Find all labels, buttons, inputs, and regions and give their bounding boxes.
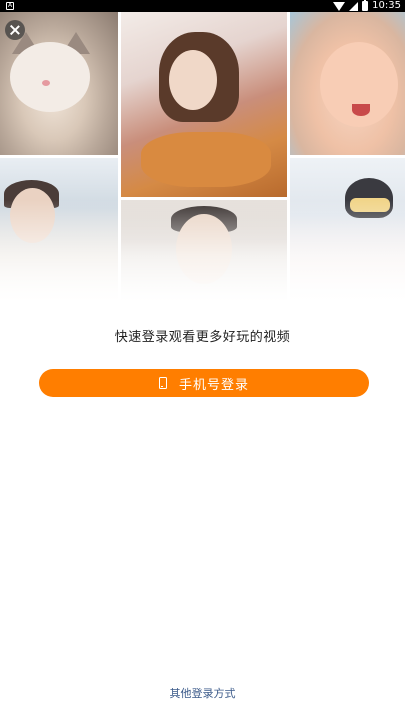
other-login-link[interactable]: 其他登录方式	[0, 685, 405, 701]
woman-photo	[121, 12, 287, 197]
baby-photo	[290, 12, 405, 155]
status-bar-left: A	[6, 0, 14, 12]
status-bar: A 10:35	[0, 0, 405, 12]
phone-login-label: 手机号登录	[178, 377, 249, 393]
login-tagline: 快速登录观看更多好玩的视频	[114, 330, 291, 345]
notification-a-icon: A	[6, 2, 14, 10]
close-button[interactable]	[5, 20, 25, 40]
phone-icon	[158, 377, 167, 389]
status-time: 10:35	[372, 0, 401, 11]
battery-icon	[362, 0, 369, 11]
wifi-icon	[333, 1, 346, 11]
status-bar-right: 10:35	[333, 0, 401, 12]
signal-icon	[349, 1, 359, 11]
collage-fade-overlay	[0, 200, 405, 302]
phone-login-button[interactable]: 手机号登录	[39, 369, 369, 397]
close-icon	[10, 25, 20, 35]
